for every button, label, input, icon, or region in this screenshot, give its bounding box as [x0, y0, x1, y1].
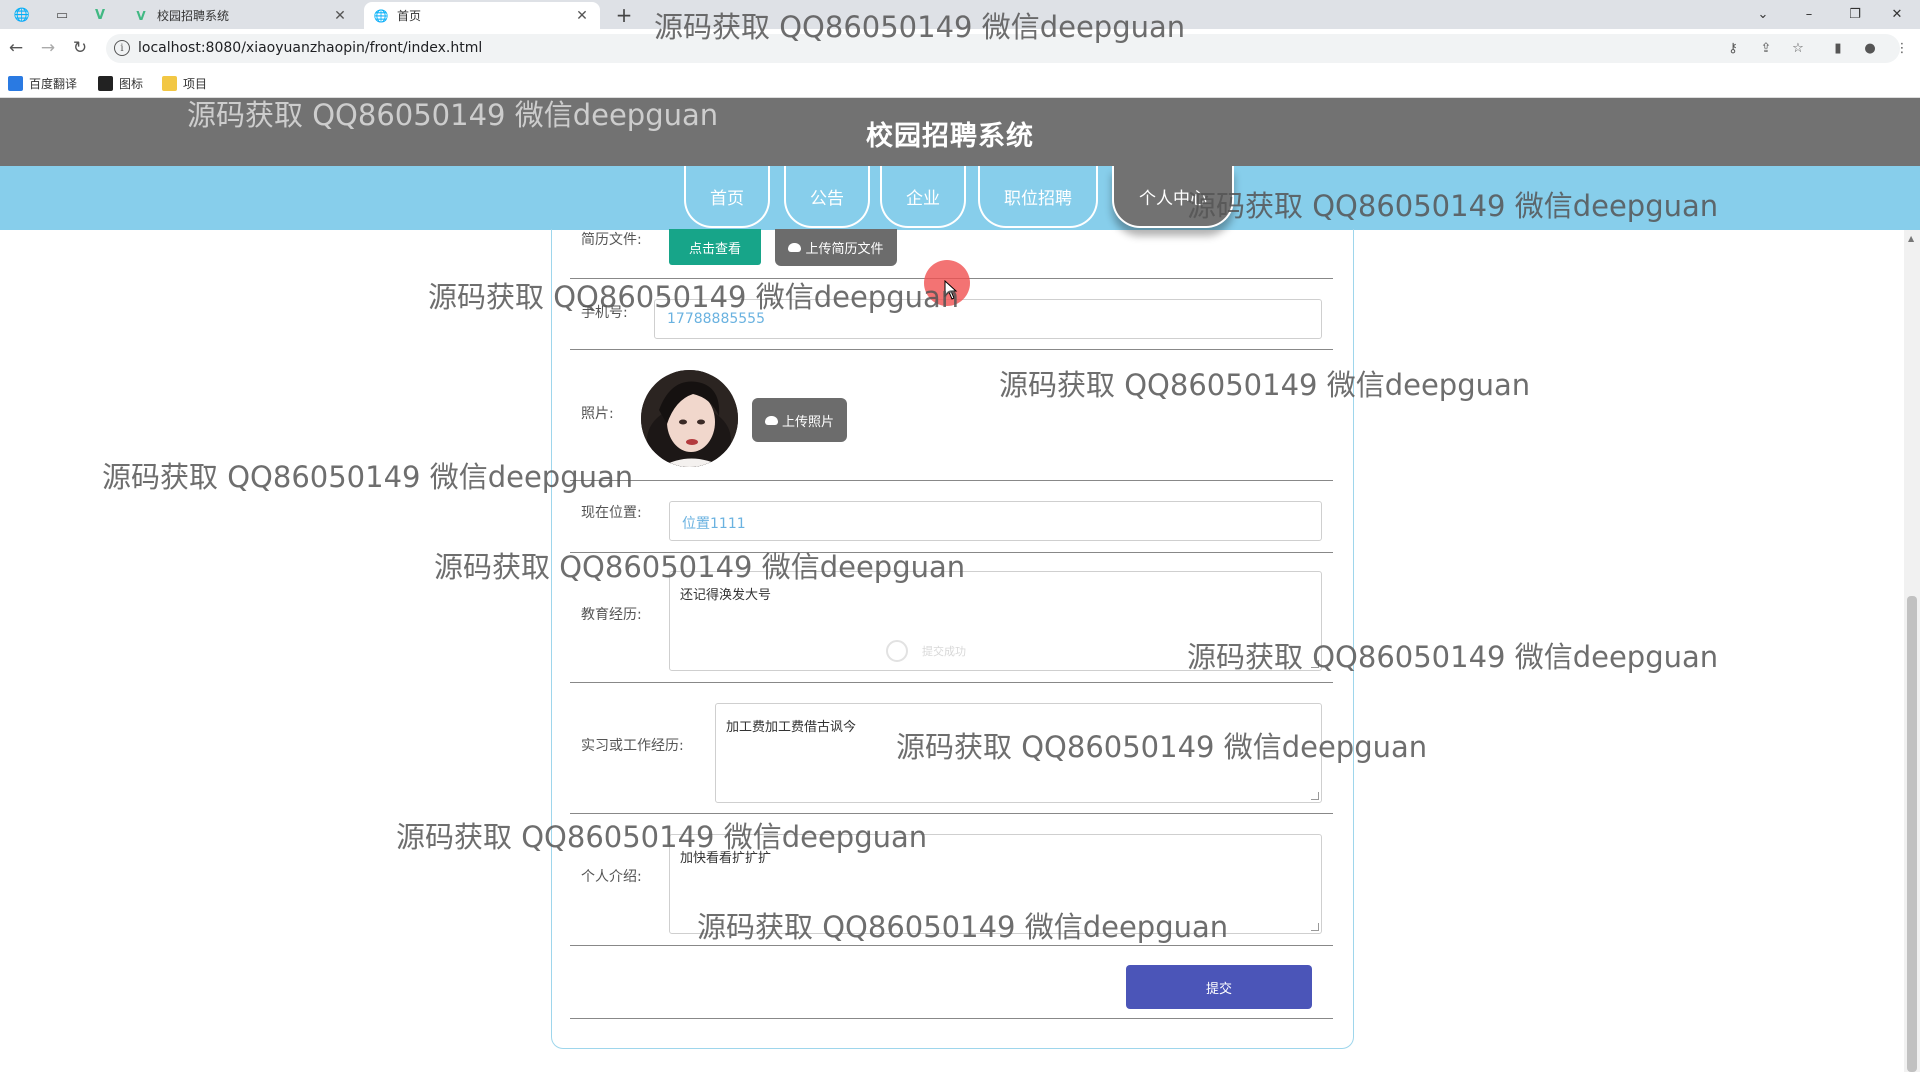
restore-button[interactable]: ❐ [1832, 0, 1878, 29]
mouse-cursor-icon [944, 280, 958, 300]
close-tab-icon[interactable]: ✕ [574, 8, 590, 24]
site-title: 校园招聘系统 [866, 121, 1034, 152]
bookmarks-bar: 百度翻译 图标 项目 [0, 68, 1920, 98]
nav-jobs[interactable]: 职位招聘 [978, 166, 1098, 228]
globe-icon: 🌐 [373, 8, 389, 23]
tab-home[interactable]: 🌐 首页 ✕ [364, 2, 600, 29]
folder-icon [162, 76, 177, 91]
location-input[interactable]: 位置1111 [669, 501, 1322, 541]
intro-label: 个人介绍: [581, 869, 642, 885]
menu-icon[interactable]: ⋮ [1892, 38, 1912, 58]
site-header: 校园招聘系统 [0, 98, 1920, 166]
reload-icon[interactable]: ↻ [68, 36, 92, 60]
intro-text: 加快看看扩扩扩 [680, 851, 772, 866]
upload-resume-button[interactable]: 上传简历文件 [775, 229, 897, 266]
bookmark-label: 百度翻译 [29, 77, 78, 91]
nav-personal-center[interactable]: 个人中心 [1112, 166, 1234, 228]
nav-home[interactable]: 首页 [684, 166, 770, 228]
experience-text: 加工费加工费借古讽今 [726, 720, 857, 735]
upload-photo-label: 上传照片 [781, 414, 834, 430]
bookmark-star-icon[interactable]: ☆ [1788, 38, 1808, 58]
main-nav: 首页 公告 企业 职位招聘 个人中心 [0, 166, 1920, 230]
bookmark-icons[interactable]: 图标 [98, 75, 143, 92]
side-panel-icon[interactable]: ▮ [1828, 38, 1848, 58]
back-icon[interactable]: ← [4, 36, 28, 60]
page-scrollbar[interactable]: ▲ [1904, 230, 1920, 1072]
divider [570, 682, 1333, 683]
nav-notice[interactable]: 公告 [784, 166, 870, 228]
scroll-up-icon[interactable]: ▲ [1908, 234, 1916, 243]
forward-icon[interactable]: → [36, 36, 60, 60]
education-textarea[interactable]: 还记得涣发大号 [669, 571, 1322, 671]
minimize-button[interactable]: – [1786, 0, 1832, 29]
resize-handle[interactable] [1311, 923, 1319, 931]
close-window-button[interactable]: ✕ [1874, 0, 1920, 29]
divider [570, 813, 1333, 814]
bookmark-baidu-translate[interactable]: 百度翻译 [8, 75, 77, 92]
tab-label: 校园招聘系统 [157, 9, 230, 23]
divider [570, 1018, 1333, 1019]
url-text: localhost:8080/xiaoyuanzhaopin/front/ind… [138, 40, 483, 56]
photo-label: 照片: [581, 406, 614, 422]
translate-icon [8, 76, 23, 91]
browser-toolbar: ← → ↻ i localhost:8080/xiaoyuanzhaopin/f… [0, 29, 1920, 68]
toast-text: 提交成功 [922, 645, 966, 658]
experience-label: 实习或工作经历: [581, 738, 684, 754]
experience-textarea[interactable]: 加工费加工费借古讽今 [715, 703, 1322, 803]
resume-label: 简历文件: [581, 232, 642, 248]
site-info-icon[interactable]: i [114, 40, 130, 56]
phone-label: 手机号: [581, 305, 628, 321]
resize-handle[interactable] [1311, 792, 1319, 800]
key-icon[interactable]: ⚷ [1723, 38, 1743, 58]
nav-company[interactable]: 企业 [880, 166, 966, 228]
success-icon [886, 640, 908, 662]
browser-tab-bar: 🌐 ▭ V V 校园招聘系统 ✕ 🌐 首页 ✕ + ⌄ – ❐ ✕ [0, 0, 1920, 29]
vue-icon: V [136, 8, 146, 23]
close-tab-icon[interactable]: ✕ [332, 8, 348, 24]
bookmark-label: 项目 [183, 77, 208, 91]
upload-resume-label: 上传简历文件 [805, 242, 884, 257]
divider [570, 945, 1333, 946]
resize-handle[interactable] [1311, 660, 1319, 668]
tab-campus-recruit[interactable]: V 校园招聘系统 ✕ [124, 2, 358, 29]
submit-button[interactable]: 提交 [1126, 965, 1312, 1009]
location-label: 现在位置: [581, 505, 642, 521]
image-icon [98, 76, 113, 91]
pinned-tab-globe-icon[interactable]: 🌐 [8, 4, 36, 26]
tab-search-icon[interactable]: ⌄ [1740, 0, 1786, 29]
divider [570, 480, 1333, 481]
view-resume-button[interactable]: 点击查看 [669, 229, 761, 265]
upload-photo-button[interactable]: 上传照片 [752, 398, 847, 442]
cloud-upload-icon [788, 243, 802, 252]
divider [570, 349, 1333, 350]
success-toast: 提交成功 [886, 640, 966, 662]
address-bar[interactable]: i localhost:8080/xiaoyuanzhaopin/front/i… [106, 34, 1900, 63]
divider [570, 552, 1333, 553]
bookmark-label: 图标 [119, 77, 144, 91]
pinned-tab-blank-icon[interactable]: ▭ [48, 4, 76, 26]
avatar [641, 370, 738, 467]
new-tab-button[interactable]: + [612, 3, 636, 27]
phone-input[interactable]: 17788885555 [654, 299, 1322, 339]
share-icon[interactable]: ⇪ [1756, 38, 1776, 58]
bookmark-project[interactable]: 项目 [162, 75, 207, 92]
cloud-upload-icon [764, 415, 778, 425]
scrollbar-thumb[interactable] [1907, 596, 1917, 1072]
tab-label: 首页 [397, 9, 422, 23]
education-label: 教育经历: [581, 607, 642, 623]
intro-textarea[interactable]: 加快看看扩扩扩 [669, 834, 1322, 934]
pinned-tab-vue-icon[interactable]: V [86, 4, 114, 26]
education-text: 还记得涣发大号 [680, 588, 772, 603]
profile-icon[interactable]: ● [1860, 38, 1880, 58]
